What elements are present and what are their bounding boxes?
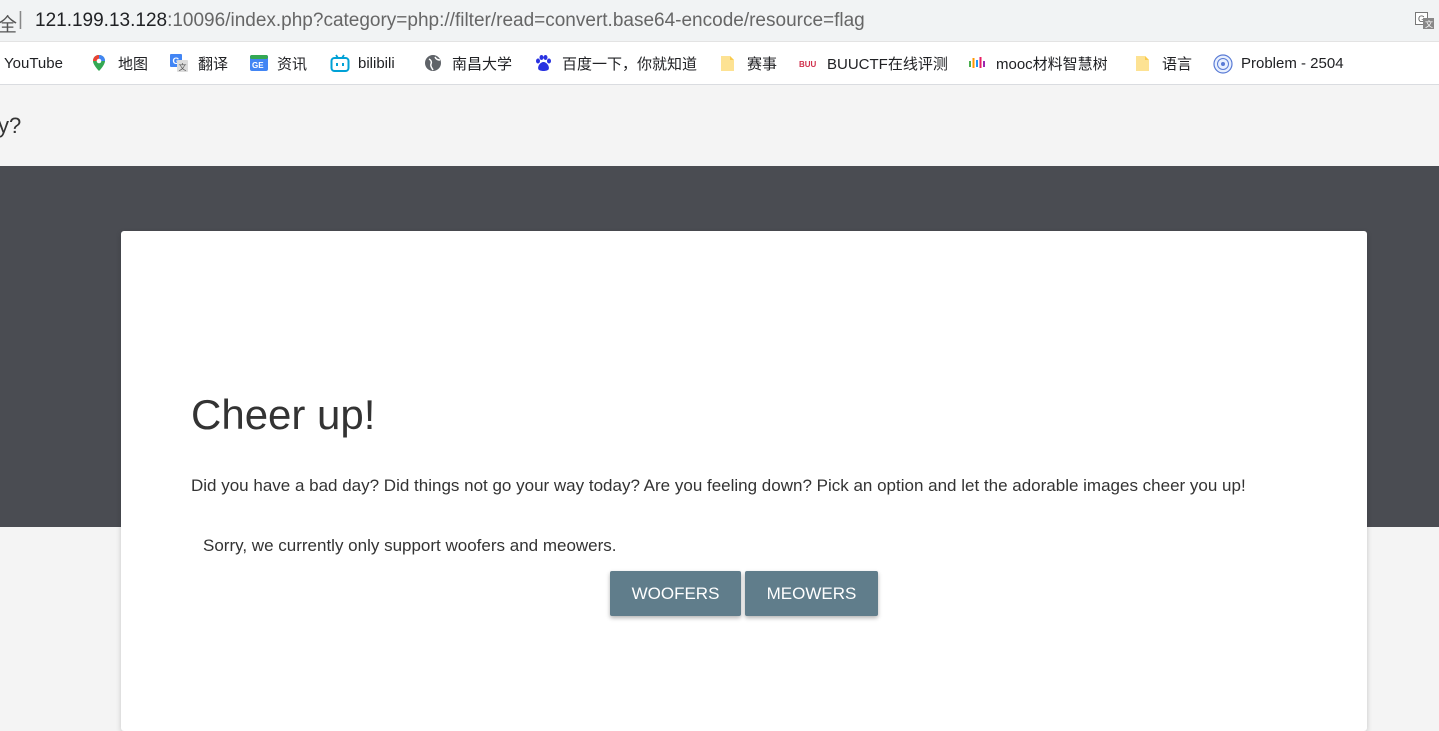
bookmark-news[interactable]: GE 资讯 [249,42,307,84]
bookmark-maps[interactable]: 地图 [90,42,148,84]
globe-icon [424,54,442,72]
folder-icon [1134,54,1152,72]
support-notice: Sorry, we currently only support woofers… [203,536,617,555]
url-path: :10096/index.php?category=php://filter/r… [167,10,865,31]
bookmark-bilibili[interactable]: bilibili [330,42,395,84]
folder-icon [719,54,737,72]
bookmarks-bar: YouTube 地图 G 文 翻译 GE 资讯 bilibili 南昌大学 百度… [0,42,1439,85]
hdu-logo-icon [1213,54,1233,74]
intro-text: Did you have a bad day? Did things not g… [191,476,1246,495]
address-bar[interactable]: 全 | 121.199.13.128:10096/index.php?categ… [0,0,1439,42]
meowers-button[interactable]: MEOWERS [745,571,878,616]
url-host: 121.199.13.128 [35,10,168,31]
address-separator: | [18,9,23,30]
clipped-heading-text: y? [0,113,22,138]
bookmark-folder-events[interactable]: 赛事 [719,42,777,84]
bookmark-ncu[interactable]: 南昌大学 [424,42,512,84]
security-indicator[interactable]: 全 [0,10,17,37]
bookmark-label: 资讯 [277,55,308,73]
bookmark-problem[interactable]: Problem - 2504 [1213,42,1344,84]
bookmark-label: mooc材料智慧树 [996,55,1108,73]
bilibili-icon [330,54,350,72]
bookmark-label: 翻译 [198,55,229,73]
bookmark-translate[interactable]: G 文 翻译 [170,42,228,84]
buuctf-icon: BUU [799,54,817,72]
bookmark-label: 赛事 [747,55,778,73]
bookmark-youtube[interactable]: YouTube [4,42,63,84]
bookmark-label: BUUCTF在线评测 [827,55,948,73]
mooc-icon [968,54,986,72]
bookmark-folder-language[interactable]: 语言 [1134,42,1192,84]
bookmark-label: bilibili [358,54,395,72]
bookmark-baidu[interactable]: 百度一下，你就知道 [534,42,697,84]
bookmark-label: 地图 [118,55,149,73]
bookmark-label: 百度一下，你就知道 [562,55,698,73]
bookmark-label: 语言 [1162,55,1193,73]
bookmark-buuctf[interactable]: BUU BUUCTF在线评测 [799,42,948,84]
svg-text:文: 文 [179,62,187,72]
page-title: Cheer up! [191,391,376,438]
google-news-icon: GE [249,54,268,72]
svg-text:BUU: BUU [799,60,817,69]
translate-icon[interactable]: G 文 [1415,12,1435,30]
svg-text:GE: GE [252,61,264,70]
url-field[interactable]: 121.199.13.128:10096/index.php?category=… [35,10,865,32]
bookmark-mooc[interactable]: mooc材料智慧树 [968,42,1108,84]
google-translate-icon: G 文 [170,54,188,72]
bookmark-label: YouTube [4,54,63,72]
content-card: Cheer up! Did you have a bad day? Did th… [121,231,1367,731]
maps-pin-icon [90,54,108,72]
bookmark-label: Problem - 2504 [1241,54,1344,72]
woofers-button[interactable]: WOOFERS [610,571,741,616]
svg-text:文: 文 [1425,19,1433,29]
bookmark-label: 南昌大学 [452,55,513,73]
baidu-paw-icon [534,54,552,72]
